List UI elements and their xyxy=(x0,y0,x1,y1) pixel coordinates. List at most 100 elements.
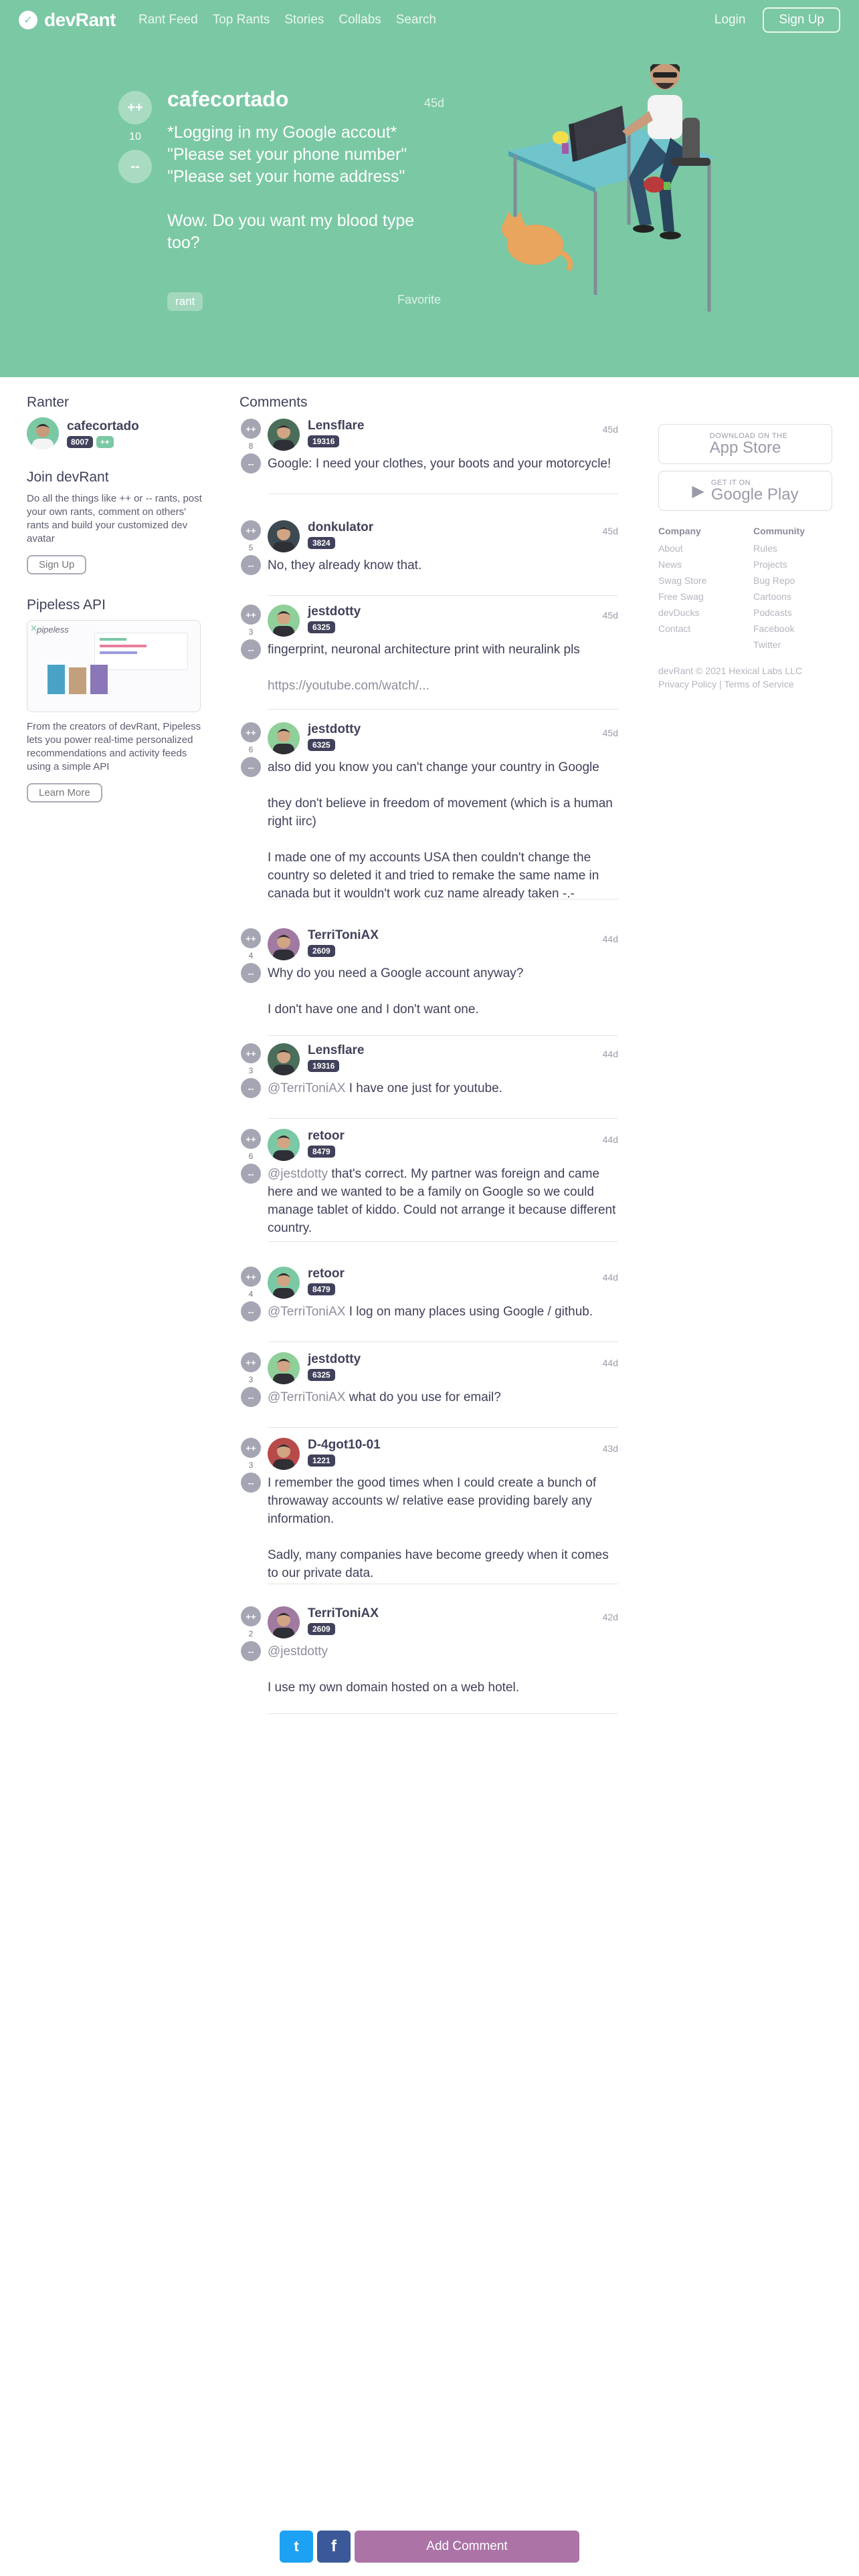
comment-score: 4 xyxy=(248,1289,254,1299)
favorite-button[interactable]: Favorite xyxy=(397,293,441,307)
comment-upvote-button[interactable]: ++ xyxy=(241,722,261,742)
comment-score-badge: 6325 xyxy=(308,621,335,633)
privacy-link[interactable]: Privacy Policy xyxy=(658,679,717,689)
footer-link[interactable]: Contact xyxy=(658,621,706,637)
comment-username[interactable]: jestdotty xyxy=(308,722,361,737)
comment-downvote-button[interactable]: -- xyxy=(241,963,261,983)
comment-username[interactable]: TerriToniAX xyxy=(308,928,379,943)
comment-body: also did you know you can't change your … xyxy=(268,760,613,901)
comment-text: Google: I need your clothes, your boots … xyxy=(268,455,618,473)
comment-upvote-button[interactable]: ++ xyxy=(241,1267,261,1287)
downvote-button[interactable]: -- xyxy=(118,150,152,183)
nav-link-search[interactable]: Search xyxy=(396,13,436,27)
comment-upvote-button[interactable]: ++ xyxy=(241,419,261,439)
upvote-button[interactable]: ++ xyxy=(118,91,152,124)
comment-downvote-button[interactable]: -- xyxy=(241,639,261,659)
comment-username[interactable]: Lensflare xyxy=(308,419,364,433)
comment-username[interactable]: donkulator xyxy=(308,520,373,535)
footer-link[interactable]: Rules xyxy=(753,540,805,556)
avatar[interactable] xyxy=(268,928,300,960)
comment-mention[interactable]: @TerriToniAX xyxy=(268,1081,345,1095)
avatar[interactable] xyxy=(27,417,59,449)
comment-upvote-button[interactable]: ++ xyxy=(241,520,261,540)
comment-upvote-button[interactable]: ++ xyxy=(241,1438,261,1458)
footer-link[interactable]: Bug Repo xyxy=(753,572,805,588)
comment-downvote-button[interactable]: -- xyxy=(241,1473,261,1493)
avatar[interactable] xyxy=(268,605,300,637)
comment-score: 2 xyxy=(248,1629,254,1638)
comment-downvote-button[interactable]: -- xyxy=(241,555,261,575)
comment-upvote-button[interactable]: ++ xyxy=(241,1043,261,1063)
comment-downvote-button[interactable]: -- xyxy=(241,1641,261,1661)
footer-link[interactable]: Facebook xyxy=(753,621,805,637)
comment-username[interactable]: retoor xyxy=(308,1129,345,1144)
comment-upvote-button[interactable]: ++ xyxy=(241,605,261,625)
avatar[interactable] xyxy=(268,1352,300,1384)
nav-link-stories[interactable]: Stories xyxy=(284,13,324,27)
facebook-share-button[interactable]: f xyxy=(317,2531,351,2563)
avatar[interactable] xyxy=(268,419,300,451)
comment-username[interactable]: jestdotty xyxy=(308,605,361,619)
terms-link[interactable]: Terms of Service xyxy=(724,679,793,689)
ranter-username[interactable]: cafecortado xyxy=(67,419,139,434)
nav-link-collabs[interactable]: Collabs xyxy=(339,13,381,27)
twitter-share-button[interactable]: t xyxy=(280,2531,313,2563)
comment-username[interactable]: retoor xyxy=(308,1267,345,1281)
avatar[interactable] xyxy=(268,1129,300,1161)
comment-downvote-button[interactable]: -- xyxy=(241,1301,261,1321)
footer-link[interactable]: Free Swag xyxy=(658,588,706,605)
nav-link-top-rants[interactable]: Top Rants xyxy=(213,13,270,27)
comment-score-badge: 8479 xyxy=(308,1283,335,1295)
footer-link[interactable]: Cartoons xyxy=(753,588,805,605)
comment-upvote-button[interactable]: ++ xyxy=(241,1129,261,1149)
footer-link[interactable]: About xyxy=(658,540,706,556)
comment-username[interactable]: jestdotty xyxy=(308,1352,361,1367)
google-play-button[interactable]: ▶ GET IT ON Google Play xyxy=(658,471,832,511)
footer-link[interactable]: Swag Store xyxy=(658,572,706,588)
comment-downvote-button[interactable]: -- xyxy=(241,1164,261,1184)
rant-line-blank xyxy=(167,188,442,210)
footer-company-title: Company xyxy=(658,526,701,536)
rant-author[interactable]: cafecortado xyxy=(167,87,288,112)
comment-downvote-button[interactable]: -- xyxy=(241,1387,261,1407)
comment-username[interactable]: Lensflare xyxy=(308,1043,364,1058)
comment-link[interactable]: https://youtube.com/watch/... xyxy=(268,677,618,695)
nav-link-rant-feed[interactable]: Rant Feed xyxy=(138,13,198,27)
comment-upvote-button[interactable]: ++ xyxy=(241,1606,261,1626)
comment-mention[interactable]: @jestdotty xyxy=(268,1644,328,1658)
ranter-card[interactable]: cafecortado 8007 ++ xyxy=(27,417,202,449)
join-signup-button[interactable]: Sign Up xyxy=(27,555,87,574)
comment-username[interactable]: D-4got10-01 xyxy=(308,1438,381,1453)
avatar[interactable] xyxy=(268,722,300,754)
comment-upvote-button[interactable]: ++ xyxy=(241,1352,261,1372)
footer-link[interactable]: News xyxy=(658,556,706,572)
devrant-logo[interactable]: ✓ devRant xyxy=(19,9,116,31)
comment-mention[interactable]: @jestdotty xyxy=(268,1167,328,1181)
pipeless-image[interactable]: pipeless ✕ xyxy=(27,620,201,712)
comment-upvote-button[interactable]: ++ xyxy=(241,928,261,948)
comment-time: 45d xyxy=(602,526,618,536)
signup-button[interactable]: Sign Up xyxy=(763,7,840,33)
add-comment-button[interactable]: Add Comment xyxy=(355,2531,579,2563)
footer-link[interactable]: Projects xyxy=(753,556,805,572)
learn-more-button[interactable]: Learn More xyxy=(27,783,102,802)
comment-downvote-button[interactable]: -- xyxy=(241,453,261,473)
comment-downvote-button[interactable]: -- xyxy=(241,757,261,777)
avatar[interactable] xyxy=(268,1267,300,1299)
avatar[interactable] xyxy=(268,1438,300,1470)
footer-link[interactable]: Podcasts xyxy=(753,605,805,621)
rant-tag[interactable]: rant xyxy=(167,292,203,311)
comment-mention[interactable]: @TerriToniAX xyxy=(268,1390,345,1404)
avatar[interactable] xyxy=(268,520,300,552)
app-store-button[interactable]: Download on the App Store xyxy=(658,424,832,464)
ranter-plus-badge: ++ xyxy=(96,435,114,448)
comment-mention[interactable]: @TerriToniAX xyxy=(268,1305,345,1319)
footer-link[interactable]: devDucks xyxy=(658,605,706,621)
comment-downvote-button[interactable]: -- xyxy=(241,1078,261,1098)
avatar[interactable] xyxy=(268,1043,300,1075)
avatar[interactable] xyxy=(268,1606,300,1638)
footer-link[interactable]: Twitter xyxy=(753,637,805,653)
comment-score-badge: 19316 xyxy=(308,435,340,447)
comment-username[interactable]: TerriToniAX xyxy=(308,1606,379,1621)
login-link[interactable]: Login xyxy=(714,13,746,27)
